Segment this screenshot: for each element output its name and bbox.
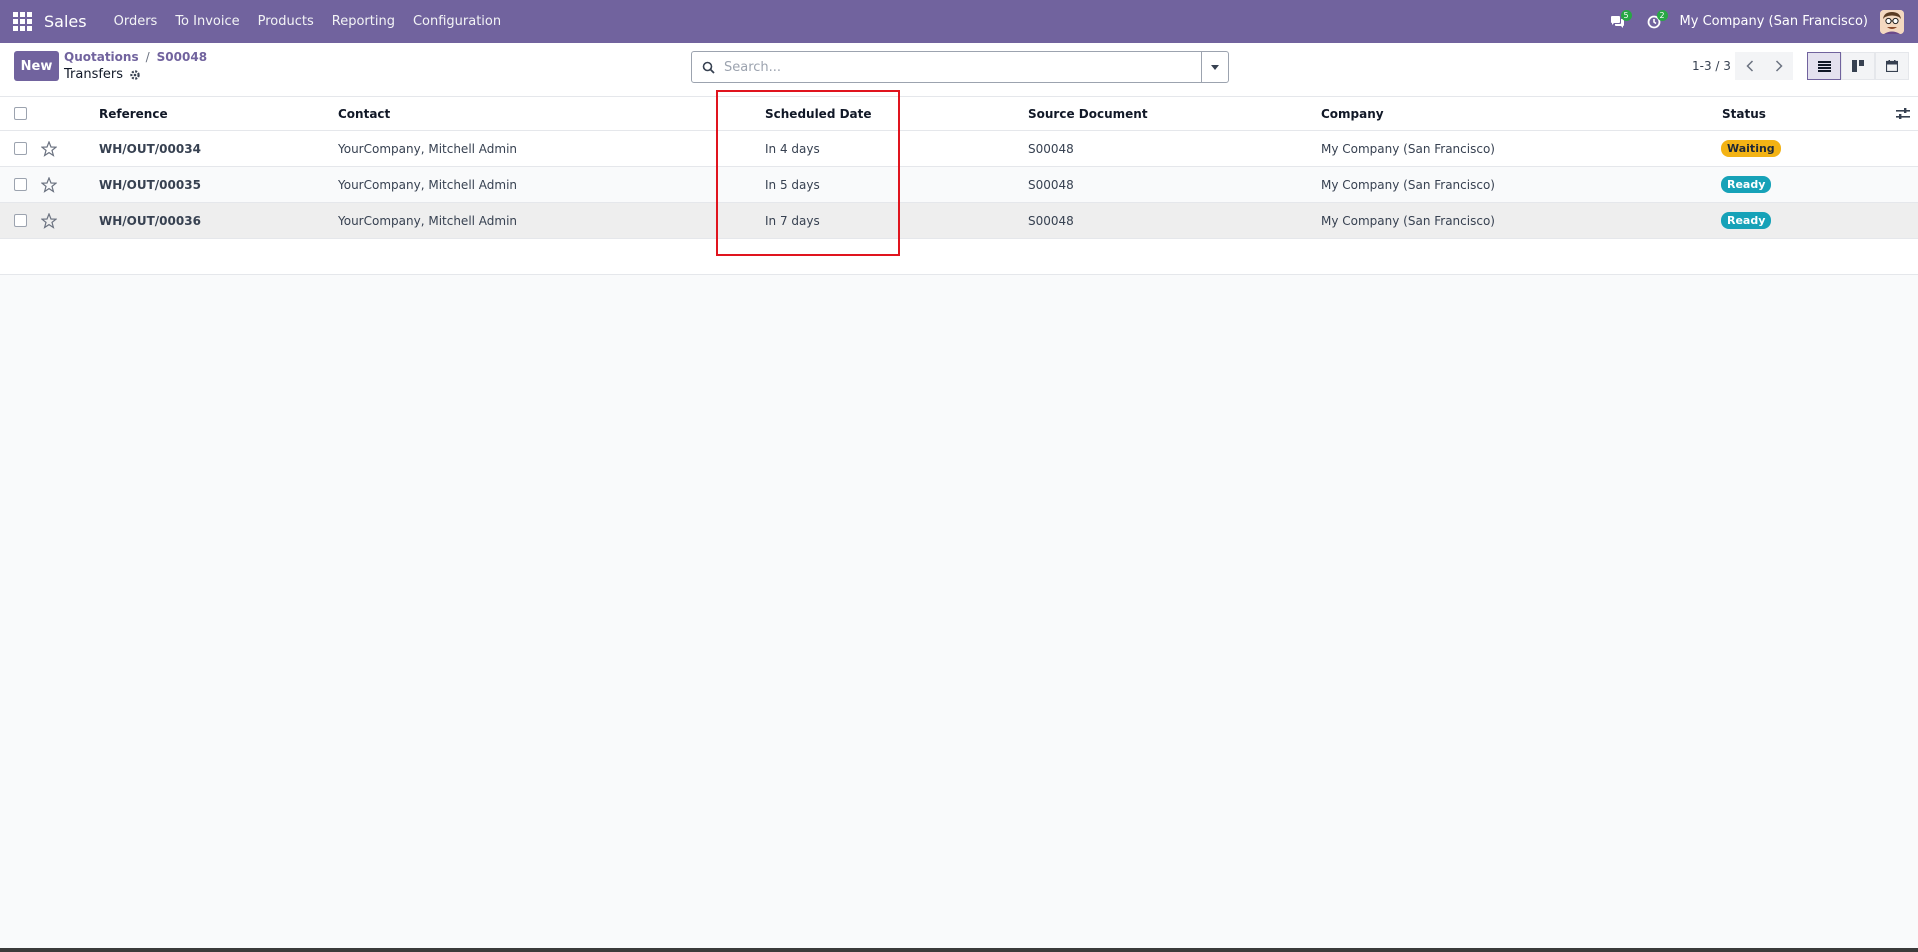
breadcrumb-quotations[interactable]: Quotations bbox=[64, 50, 139, 64]
select-all-checkbox[interactable] bbox=[14, 107, 27, 120]
transfers-list: Reference Contact Scheduled Date Source … bbox=[0, 97, 1918, 275]
row-checkbox[interactable] bbox=[14, 178, 27, 191]
company-switcher[interactable]: My Company (San Francisco) bbox=[1672, 14, 1880, 29]
page-title-text: Transfers bbox=[64, 67, 124, 82]
menu-configuration[interactable]: Configuration bbox=[404, 0, 510, 43]
pager-value[interactable]: 1-3 / 3 bbox=[1692, 59, 1731, 73]
empty-row bbox=[0, 239, 1918, 275]
cell-status: Ready bbox=[1721, 212, 1772, 229]
app-brand[interactable]: Sales bbox=[44, 12, 87, 31]
table-row[interactable]: WH/OUT/00036 YourCompany, Mitchell Admin… bbox=[0, 203, 1918, 239]
cell-source-document: S00048 bbox=[1028, 141, 1074, 156]
cell-source-document: S00048 bbox=[1028, 213, 1074, 228]
cell-contact: YourCompany, Mitchell Admin bbox=[338, 141, 518, 156]
cell-source-document: S00048 bbox=[1028, 177, 1074, 192]
cell-scheduled-date: In 4 days bbox=[765, 141, 820, 156]
column-status[interactable]: Status bbox=[1722, 107, 1766, 121]
search-icon bbox=[692, 52, 724, 82]
avatar-icon bbox=[1880, 9, 1904, 34]
breadcrumb-s00048[interactable]: S00048 bbox=[157, 50, 207, 64]
kanban-icon bbox=[1851, 60, 1864, 72]
user-avatar[interactable] bbox=[1880, 9, 1904, 34]
cell-reference: WH/OUT/00034 bbox=[99, 141, 201, 156]
systray: 5 2 My Company (San Francisco) bbox=[1600, 0, 1918, 43]
column-company[interactable]: Company bbox=[1321, 107, 1384, 121]
list-header: Reference Contact Scheduled Date Source … bbox=[0, 97, 1918, 131]
list-icon bbox=[1817, 60, 1831, 72]
top-navbar: Sales Orders To Invoice Products Reporti… bbox=[0, 0, 1918, 43]
row-checkbox[interactable] bbox=[14, 142, 27, 155]
list-view-button[interactable] bbox=[1807, 52, 1841, 80]
menu-orders[interactable]: Orders bbox=[105, 0, 167, 43]
cell-contact: YourCompany, Mitchell Admin bbox=[338, 177, 518, 192]
messaging-button[interactable]: 5 bbox=[1600, 0, 1636, 43]
pager-next-button[interactable] bbox=[1764, 52, 1793, 80]
cell-company: My Company (San Francisco) bbox=[1321, 213, 1495, 228]
new-button[interactable]: New bbox=[14, 51, 59, 81]
breadcrumb: Quotations / S00048 bbox=[64, 50, 207, 64]
calendar-view-button[interactable] bbox=[1875, 52, 1909, 80]
main-menu: Orders To Invoice Products Reporting Con… bbox=[105, 0, 511, 43]
menu-to-invoice[interactable]: To Invoice bbox=[166, 0, 248, 43]
cell-scheduled-date: In 5 days bbox=[765, 177, 820, 192]
cell-contact: YourCompany, Mitchell Admin bbox=[338, 213, 518, 228]
calendar-icon bbox=[1886, 60, 1898, 72]
pager-previous-button[interactable] bbox=[1735, 52, 1764, 80]
chevron-right-icon bbox=[1775, 60, 1783, 72]
cell-reference: WH/OUT/00035 bbox=[99, 177, 201, 192]
column-contact[interactable]: Contact bbox=[338, 107, 390, 121]
optional-columns-icon[interactable] bbox=[1896, 107, 1910, 121]
cell-status: Waiting bbox=[1721, 140, 1781, 157]
app-menu-icon[interactable] bbox=[0, 0, 44, 43]
row-checkbox[interactable] bbox=[14, 214, 27, 227]
activities-count-badge: 2 bbox=[1656, 10, 1668, 21]
caret-down-icon bbox=[1211, 64, 1219, 70]
search-input[interactable] bbox=[724, 53, 1201, 81]
menu-reporting[interactable]: Reporting bbox=[323, 0, 404, 43]
activities-button[interactable]: 2 bbox=[1636, 0, 1672, 43]
status-badge: Ready bbox=[1721, 176, 1772, 193]
table-row[interactable]: WH/OUT/00035 YourCompany, Mitchell Admin… bbox=[0, 167, 1918, 203]
view-switcher bbox=[1807, 52, 1909, 80]
breadcrumb-separator: / bbox=[145, 50, 150, 64]
search-bar bbox=[691, 51, 1229, 83]
chevron-left-icon bbox=[1745, 60, 1753, 72]
gear-icon[interactable] bbox=[129, 69, 141, 81]
status-badge: Ready bbox=[1721, 212, 1772, 229]
star-icon[interactable] bbox=[41, 176, 57, 193]
status-badge: Waiting bbox=[1721, 140, 1781, 157]
cell-scheduled-date: In 7 days bbox=[765, 213, 820, 228]
cell-company: My Company (San Francisco) bbox=[1321, 141, 1495, 156]
footer-strip bbox=[0, 948, 1918, 952]
kanban-view-button[interactable] bbox=[1841, 52, 1875, 80]
menu-products[interactable]: Products bbox=[249, 0, 323, 43]
cell-company: My Company (San Francisco) bbox=[1321, 177, 1495, 192]
cell-reference: WH/OUT/00036 bbox=[99, 213, 201, 228]
control-panel: New Quotations / S00048 Transfers 1-3 / 3 bbox=[0, 43, 1918, 97]
messages-count-badge: 5 bbox=[1620, 10, 1632, 21]
column-scheduled-date[interactable]: Scheduled Date bbox=[765, 107, 872, 121]
search-options-toggle[interactable] bbox=[1201, 52, 1228, 82]
table-row[interactable]: WH/OUT/00034 YourCompany, Mitchell Admin… bbox=[0, 131, 1918, 167]
column-source-document[interactable]: Source Document bbox=[1028, 107, 1148, 121]
page-title: Transfers bbox=[64, 67, 141, 82]
column-reference[interactable]: Reference bbox=[99, 107, 168, 121]
star-icon[interactable] bbox=[41, 212, 57, 229]
star-icon[interactable] bbox=[41, 140, 57, 157]
cell-status: Ready bbox=[1721, 176, 1772, 193]
